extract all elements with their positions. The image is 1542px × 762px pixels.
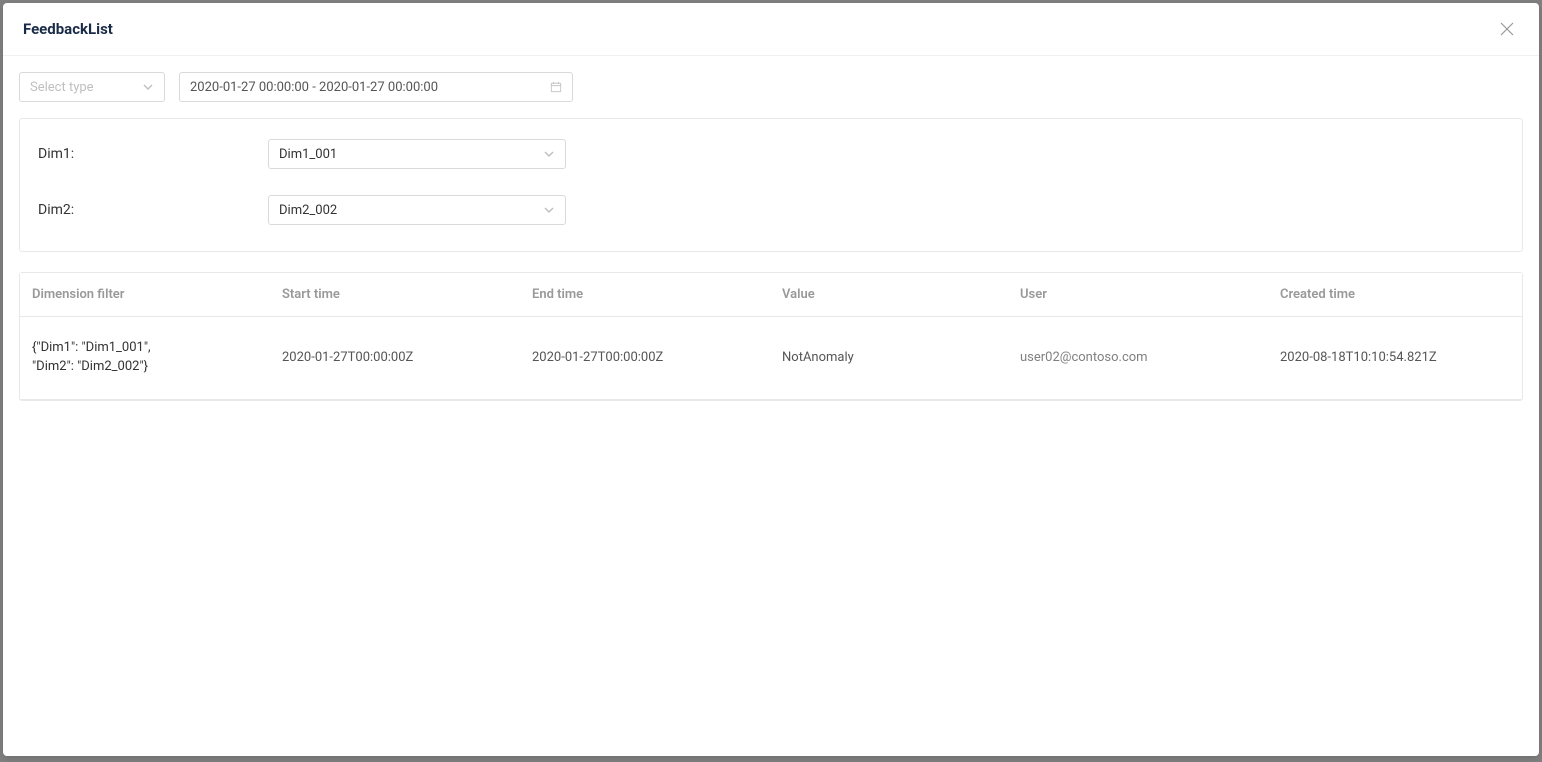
chevron-down-icon (142, 81, 154, 93)
th-created-time: Created time (1268, 273, 1522, 316)
dim1-select-value: Dim1_001 (279, 147, 337, 162)
dimension-panel: Dim1: Dim1_001 Dim2: Dim2_002 (19, 118, 1523, 252)
td-start-time: 2020-01-27T00:00:00Z (270, 328, 520, 387)
dim1-row: Dim1: Dim1_001 (38, 139, 1504, 169)
td-user: user02@contoso.com (1008, 328, 1268, 387)
td-created-time: 2020-08-18T10:10:54.821Z (1268, 328, 1522, 387)
dim1-select[interactable]: Dim1_001 (268, 139, 566, 169)
td-value: NotAnomaly (770, 328, 1008, 387)
date-range-text: 2020-01-27 00:00:00 - 2020-01-27 00:00:0… (190, 80, 550, 95)
filter-row: Select type 2020-01-27 00:00:00 - 2020-0… (19, 72, 1523, 102)
th-user: User (1008, 273, 1268, 316)
modal-header: FeedbackList (3, 3, 1539, 56)
dim1-label: Dim1: (38, 146, 268, 162)
th-dimension-filter: Dimension filter (20, 273, 270, 316)
close-button[interactable] (1495, 17, 1519, 41)
dim-filter-line1: {"Dim1": "Dim1_001", (32, 339, 258, 358)
th-end-time: End time (520, 273, 770, 316)
dim2-label: Dim2: (38, 202, 268, 218)
th-start-time: Start time (270, 273, 520, 316)
calendar-icon (550, 81, 562, 93)
type-select-placeholder: Select type (30, 80, 94, 95)
chevron-down-icon (543, 148, 555, 160)
modal-body: Select type 2020-01-27 00:00:00 - 2020-0… (3, 56, 1539, 756)
td-dimension-filter: {"Dim1": "Dim1_001", "Dim2": "Dim2_002"} (20, 317, 270, 399)
feedback-table: Dimension filter Start time End time Val… (19, 272, 1523, 401)
th-value: Value (770, 273, 1008, 316)
modal-title: FeedbackList (23, 20, 113, 38)
td-end-time: 2020-01-27T00:00:00Z (520, 328, 770, 387)
dim2-select[interactable]: Dim2_002 (268, 195, 566, 225)
dim2-row: Dim2: Dim2_002 (38, 195, 1504, 225)
table-header: Dimension filter Start time End time Val… (20, 273, 1522, 317)
dim2-select-value: Dim2_002 (279, 203, 337, 218)
table-row: {"Dim1": "Dim1_001", "Dim2": "Dim2_002"}… (20, 317, 1522, 400)
feedback-list-modal: FeedbackList Select type 2020-01-27 00:0… (3, 3, 1539, 756)
date-range-picker[interactable]: 2020-01-27 00:00:00 - 2020-01-27 00:00:0… (179, 72, 573, 102)
chevron-down-icon (543, 204, 555, 216)
type-select[interactable]: Select type (19, 72, 165, 102)
dim-filter-line2: "Dim2": "Dim2_002"} (32, 358, 258, 377)
close-icon (1500, 22, 1514, 36)
